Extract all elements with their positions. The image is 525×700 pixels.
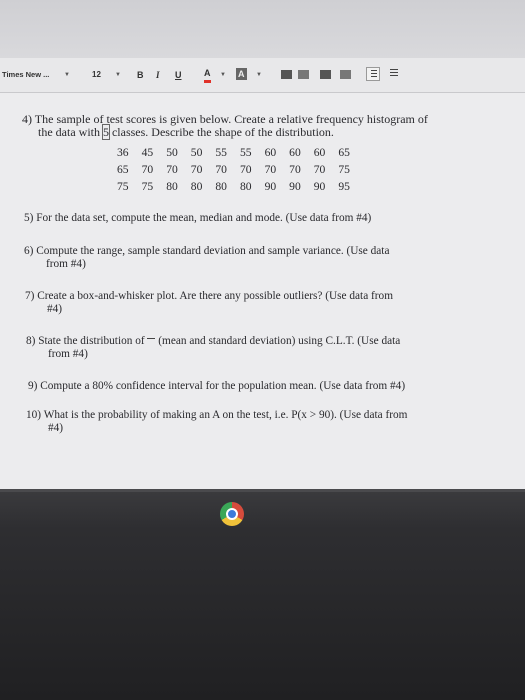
question-text: from #4) — [48, 348, 88, 360]
question-number: 6) — [24, 245, 34, 257]
score-value: 90 — [289, 180, 301, 193]
score-value: 90 — [313, 180, 326, 193]
font-family-select[interactable]: Times New ... — [2, 67, 49, 83]
score-value: 90 — [264, 180, 277, 193]
score-value: 70 — [289, 163, 301, 176]
question-text: Create a box-and-whisker plot. Are there… — [37, 290, 393, 302]
question-5: 5) For the data set, compute the mean, m… — [24, 212, 371, 225]
dropdown-caret-icon[interactable]: ▼ — [220, 67, 226, 83]
question-text: from #4) — [46, 258, 86, 270]
score-value: 75 — [117, 180, 129, 193]
question-6: 6) Compute the range, sample standard de… — [24, 245, 389, 271]
score-value: 65 — [117, 163, 129, 176]
question-text: Compute the range, sample standard devia… — [36, 245, 390, 257]
chrome-icon[interactable] — [220, 502, 244, 526]
question-text: Compute a 80% confidence interval for th… — [40, 380, 406, 392]
underline-button[interactable]: U — [175, 67, 182, 83]
question-text: State the distribution of — [38, 335, 145, 347]
question-text: #4) — [48, 422, 64, 434]
score-value: 60 — [264, 146, 277, 159]
font-size-select[interactable]: 12 — [92, 67, 101, 83]
question-number: 8) — [26, 335, 36, 347]
score-value: 75 — [141, 180, 154, 193]
score-value: 60 — [289, 146, 301, 159]
italic-button[interactable]: I — [156, 67, 160, 83]
question-10: 10) What is the probability of making an… — [26, 409, 407, 435]
bold-button[interactable]: B — [137, 67, 144, 83]
question-text: The sample of test scores is given below… — [34, 112, 428, 126]
taskbar-divider — [0, 489, 525, 492]
question-number: 7) — [25, 290, 35, 302]
score-value: 80 — [239, 180, 252, 193]
score-value: 55 — [239, 146, 252, 159]
dropdown-caret-icon[interactable]: ▼ — [256, 67, 262, 83]
text-color-button[interactable]: A — [204, 67, 211, 83]
score-value: 75 — [338, 163, 350, 176]
score-value: 70 — [239, 163, 252, 176]
numbered-list-icon[interactable] — [366, 67, 380, 81]
score-value: 80 — [215, 180, 227, 193]
question-text: What is the probability of making an A o… — [43, 409, 408, 421]
question-8: 8) State the distribution of (mean and s… — [26, 335, 400, 361]
score-value: 65 — [338, 146, 350, 159]
question-text: (mean and standard deviation) using C.L.… — [158, 335, 401, 347]
score-value: 70 — [215, 163, 227, 176]
align-center-icon[interactable] — [298, 70, 309, 79]
window-top-area — [0, 0, 525, 58]
score-value: 70 — [190, 163, 203, 176]
question-text: #4) — [47, 303, 63, 315]
score-value: 80 — [166, 180, 178, 193]
highlight-button[interactable]: A — [236, 68, 247, 80]
question-text: the data with — [38, 125, 103, 139]
question-7: 7) Create a box-and-whisker plot. Are th… — [25, 290, 393, 316]
dropdown-caret-icon[interactable]: ▼ — [64, 67, 70, 83]
score-value: 70 — [313, 163, 326, 176]
score-value: 95 — [338, 180, 350, 193]
scores-row: 65 70 70 70 70 70 70 70 70 75 — [117, 163, 363, 176]
formatting-toolbar: Times New ... ▼ 12 ▼ B I U A ▼ A ▼ — [0, 58, 525, 93]
question-9: 9) Compute a 80% confidence interval for… — [28, 380, 405, 393]
scores-row: 36 45 50 50 55 55 60 60 60 65 — [117, 146, 363, 159]
question-number: 4) — [22, 112, 32, 126]
score-value: 45 — [141, 146, 154, 159]
question-text: For the data set, compute the mean, medi… — [36, 212, 372, 224]
score-value: 70 — [264, 163, 277, 176]
dropdown-caret-icon[interactable]: ▼ — [115, 67, 121, 83]
question-4: 4) The sample of test scores is given be… — [22, 112, 482, 140]
question-number: 5) — [24, 212, 34, 224]
question-number: 10) — [26, 409, 42, 421]
score-value: 36 — [117, 146, 129, 159]
score-value: 70 — [166, 163, 178, 176]
x-bar-symbol — [147, 338, 156, 340]
score-value: 70 — [141, 163, 154, 176]
justify-icon[interactable] — [340, 70, 351, 79]
score-value: 80 — [190, 180, 203, 193]
question-number: 9) — [28, 380, 38, 392]
taskbar — [0, 489, 525, 700]
score-value: 55 — [215, 146, 227, 159]
align-right-icon[interactable] — [320, 70, 331, 79]
scores-row: 75 75 80 80 80 80 90 90 90 95 — [117, 180, 363, 193]
score-value: 50 — [166, 146, 178, 159]
score-value: 60 — [313, 146, 326, 159]
bulleted-list-icon[interactable] — [386, 67, 400, 81]
score-value: 50 — [190, 146, 203, 159]
align-left-icon[interactable] — [281, 70, 292, 79]
question-text: classes. Describe the shape of the distr… — [108, 125, 334, 139]
